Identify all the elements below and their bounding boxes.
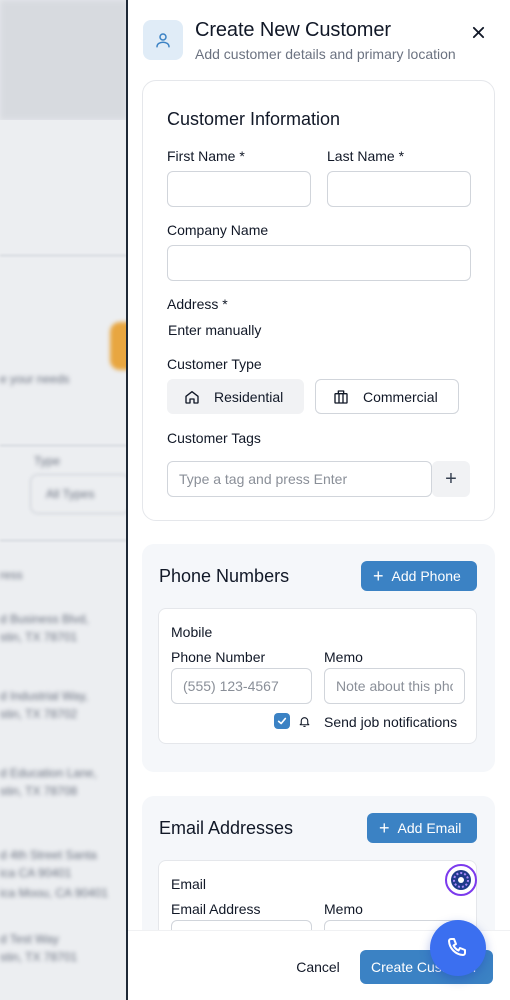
first-name-field[interactable] — [167, 171, 311, 207]
commercial-button[interactable]: Commercial — [315, 379, 459, 414]
commercial-label: Commercial — [363, 388, 438, 405]
phone-type-label: Mobile — [171, 624, 213, 640]
background-text: d Education Lane, — [0, 766, 97, 780]
drawer-subtitle: Add customer details and primary locatio… — [195, 46, 456, 62]
first-name-label: First Name * — [167, 148, 245, 164]
email-addresses-card: Email Addresses + Add Email Email Email … — [142, 796, 495, 930]
close-icon[interactable] — [468, 22, 488, 42]
first-name-input[interactable] — [179, 181, 299, 197]
company-name-input[interactable] — [179, 255, 459, 271]
background-text: All Types — [46, 487, 95, 501]
background-text: Type — [34, 454, 61, 468]
background-text: stin, TX 78701 — [0, 950, 78, 964]
customer-tags-label: Customer Tags — [167, 430, 261, 446]
create-customer-drawer: Create New Customer Add customer details… — [128, 0, 510, 1000]
customer-information-card: Customer Information First Name * Last N… — [142, 80, 495, 521]
cancel-button[interactable]: Cancel — [280, 951, 356, 983]
background-text: d 4th Street Santa — [0, 848, 97, 862]
background-text: e your needs — [0, 372, 70, 386]
residential-button[interactable]: Residential — [167, 379, 304, 414]
residential-label: Residential — [214, 388, 284, 405]
customer-type-label: Customer Type — [167, 356, 262, 372]
add-email-button[interactable]: + Add Email — [367, 813, 477, 843]
company-name-field[interactable] — [167, 245, 471, 281]
phone-number-label: Phone Number — [171, 649, 266, 665]
background-divider — [0, 445, 127, 446]
send-notifications-checkbox[interactable] — [274, 713, 290, 729]
home-icon — [184, 389, 200, 405]
phone-icon — [446, 936, 470, 960]
email-entry: Email Email Address Memo — [158, 860, 477, 930]
tag-input[interactable] — [179, 471, 420, 487]
phone-number-input[interactable] — [183, 678, 300, 694]
background-text: stin, TX 78702 — [0, 707, 78, 721]
customer-information-title: Customer Information — [167, 109, 341, 129]
background-text: ica CA 90401 — [0, 866, 72, 880]
background-divider — [0, 255, 127, 256]
phone-memo-label: Memo — [324, 649, 363, 665]
phone-numbers-card: Phone Numbers + Add Phone Mobile Phone N… — [142, 544, 495, 772]
assistant-badge-icon[interactable] — [445, 864, 477, 896]
last-name-label: Last Name * — [327, 148, 405, 164]
phone-number-field[interactable] — [171, 668, 312, 704]
background-text: stin, TX 78708 — [0, 784, 78, 798]
building-icon — [333, 389, 349, 405]
bell-icon — [298, 713, 312, 729]
company-name-label: Company Name — [167, 222, 269, 238]
address-label: Address * — [167, 296, 228, 312]
last-name-field[interactable] — [327, 171, 471, 207]
add-phone-label: Add Phone — [391, 568, 461, 584]
email-type-label: Email — [171, 876, 207, 892]
drawer-title: Create New Customer — [195, 19, 391, 41]
send-notifications-label: Send job notifications — [324, 714, 458, 730]
last-name-input[interactable] — [339, 181, 459, 197]
background-text: d Test Way — [0, 932, 59, 946]
enter-manually-link[interactable]: Enter manually — [168, 322, 261, 338]
background-text: d Business Blvd, — [0, 612, 89, 626]
plus-icon: + — [379, 818, 390, 838]
phone-numbers-title: Phone Numbers — [159, 566, 290, 586]
background-text: ica Moou, CA 90401 — [0, 886, 109, 900]
email-address-field[interactable] — [171, 920, 312, 930]
tag-field[interactable] — [167, 461, 432, 497]
background-page: e your needs Type All Types ress d Busin… — [0, 0, 127, 1000]
plus-icon: + — [373, 566, 384, 586]
add-tag-button[interactable]: + — [432, 461, 470, 497]
background-text: d Industrial Way, — [0, 689, 89, 703]
phone-entry: Mobile Phone Number Memo Send job notifi… — [158, 608, 477, 744]
add-phone-button[interactable]: + Add Phone — [361, 561, 477, 591]
phone-memo-field[interactable] — [324, 668, 465, 704]
background-divider — [0, 540, 127, 541]
email-address-label: Email Address — [171, 901, 261, 917]
background-header — [0, 0, 127, 120]
drawer-body[interactable]: Customer Information First Name * Last N… — [128, 72, 510, 930]
drawer-header: Create New Customer Add customer details… — [128, 0, 510, 72]
email-memo-label: Memo — [324, 901, 363, 917]
user-icon — [143, 20, 183, 60]
phone-call-fab[interactable] — [430, 920, 486, 976]
background-text: ress — [0, 568, 23, 582]
phone-memo-input[interactable] — [336, 678, 453, 694]
background-text: stin, TX 78701 — [0, 630, 78, 644]
background-orange-button — [110, 322, 127, 370]
email-addresses-title: Email Addresses — [159, 818, 294, 838]
add-email-label: Add Email — [397, 820, 462, 836]
